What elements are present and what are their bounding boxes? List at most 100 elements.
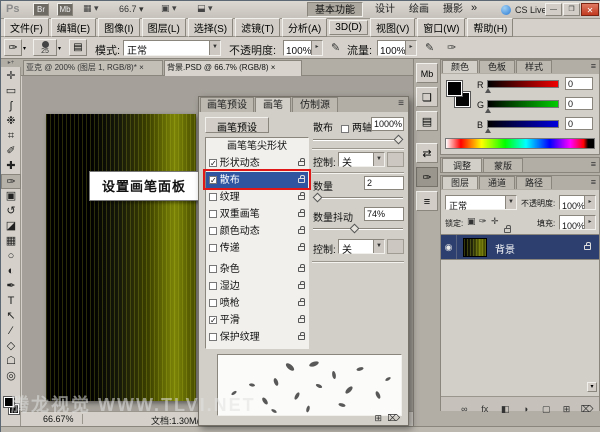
- lock-icon[interactable]: [298, 267, 305, 272]
- channel-b-field[interactable]: 0: [565, 117, 593, 130]
- mini-bridge-panel-icon[interactable]: Mb: [416, 63, 438, 83]
- color-spectrum-ramp[interactable]: [445, 138, 595, 149]
- lock-icon[interactable]: [298, 161, 305, 166]
- option-texture[interactable]: ✓ 纹理: [206, 189, 308, 206]
- lock-icon[interactable]: [298, 195, 305, 200]
- restore-button[interactable]: ❐: [563, 3, 580, 16]
- lock-pixels-icon[interactable]: ✑: [479, 216, 487, 227]
- tool-crop[interactable]: ⌗: [1, 129, 21, 144]
- channel-g-slider[interactable]: [487, 100, 559, 108]
- slider-thumb[interactable]: [394, 135, 404, 145]
- menu-help[interactable]: 帮助(H): [467, 18, 513, 37]
- checkbox-checked[interactable]: ✓: [209, 159, 217, 167]
- panel-menu-icon[interactable]: ≡: [591, 159, 596, 169]
- channel-r-slider[interactable]: [487, 80, 559, 88]
- adjustment-layer-icon[interactable]: ◑: [518, 404, 534, 414]
- brush-panel-icon-active[interactable]: ✑: [416, 167, 438, 187]
- foreground-color-swatch[interactable]: [4, 397, 14, 407]
- delete-layer-icon[interactable]: ⌦: [579, 404, 595, 415]
- tool-preset-arrow-icon[interactable]: ▾: [23, 45, 26, 52]
- both-axes-checkbox[interactable]: ✓: [341, 120, 349, 138]
- lock-icon[interactable]: [298, 246, 305, 251]
- panel-menu-icon[interactable]: ≡: [591, 61, 596, 71]
- tool-healing-brush[interactable]: ✚: [1, 159, 21, 174]
- mode-select-arrow-icon[interactable]: ▼: [209, 41, 220, 55]
- tab-layers[interactable]: 图层: [442, 176, 478, 189]
- close-button[interactable]: ✕: [581, 3, 599, 16]
- menu-select[interactable]: 选择(S): [188, 18, 233, 37]
- new-brush-icon[interactable]: ⊞: [374, 413, 382, 424]
- lock-position-icon[interactable]: ✛: [491, 216, 499, 227]
- control2-arrow-icon[interactable]: ▼: [373, 240, 384, 253]
- doc-tab-active[interactable]: 背景.PSD @ 66.7% (RGB/8) ×: [164, 60, 302, 76]
- view-extras-icon[interactable]: ▦ ▾: [83, 3, 99, 14]
- new-layer-icon[interactable]: ⊞: [559, 404, 575, 415]
- channel-g-thumb[interactable]: [485, 108, 491, 113]
- screen-mode-icon[interactable]: ⬓ ▾: [197, 3, 213, 14]
- option-airbrush[interactable]: ✓ 喷枪: [206, 295, 308, 312]
- opacity-spin-icon[interactable]: ▸: [311, 41, 322, 55]
- layer-thumbnail[interactable]: [463, 238, 487, 257]
- checkbox-unchecked[interactable]: ✓: [209, 265, 217, 273]
- tool-history-brush[interactable]: ↺: [1, 204, 21, 219]
- option-smoothing[interactable]: ✓ 平滑: [206, 312, 308, 329]
- layer-row-background[interactable]: ◉ 背景: [441, 234, 599, 260]
- tool-preset-icon[interactable]: ✑: [4, 39, 22, 56]
- channel-b-slider[interactable]: [487, 120, 559, 128]
- workspace-photo-button[interactable]: 摄影: [437, 2, 469, 17]
- checkbox-unchecked[interactable]: ✓: [209, 299, 217, 307]
- link-layers-icon[interactable]: ∞: [456, 404, 472, 414]
- tab-styles[interactable]: 样式: [516, 60, 552, 73]
- lock-icon[interactable]: [298, 301, 305, 306]
- lock-transparency-icon[interactable]: ▣: [467, 216, 476, 227]
- option-dual-brush[interactable]: ✓ 双重画笔: [206, 206, 308, 223]
- mini-bridge-icon[interactable]: Mb: [57, 3, 73, 16]
- bridge-icon[interactable]: Br: [33, 3, 49, 16]
- option-noise[interactable]: ✓ 杂色: [206, 261, 308, 278]
- tool-blur[interactable]: ○: [1, 249, 21, 264]
- delete-brush-icon[interactable]: ⌦: [387, 413, 400, 424]
- brush-presets-button[interactable]: 画笔预设: [205, 117, 269, 133]
- count-jitter-value-field[interactable]: 74%: [364, 207, 404, 221]
- control2-select[interactable]: 关 ▼: [338, 239, 385, 254]
- tool-path-selection[interactable]: ↖: [1, 309, 21, 324]
- panel-menu-icon[interactable]: ≡: [591, 177, 596, 187]
- flow-field[interactable]: 100% ▸: [377, 40, 417, 56]
- channel-g-field[interactable]: 0: [565, 97, 593, 110]
- canvas-image[interactable]: [46, 114, 196, 401]
- slider-thumb[interactable]: [313, 193, 323, 203]
- tool-zoom[interactable]: ◎: [1, 369, 21, 384]
- menu-edit[interactable]: 编辑(E): [51, 18, 96, 37]
- count-jitter-slider[interactable]: [313, 228, 403, 230]
- scatter-slider[interactable]: [313, 139, 403, 141]
- channel-r-field[interactable]: 0: [565, 77, 593, 90]
- option-protect-texture[interactable]: ✓ 保护纹理: [206, 329, 308, 346]
- option-color-dynamics[interactable]: ✓ 颜色动态: [206, 223, 308, 240]
- workspace-design-button[interactable]: 设计: [369, 2, 401, 17]
- tool-eraser[interactable]: ◪: [1, 219, 21, 234]
- arrange-documents-icon[interactable]: ▣ ▾: [161, 3, 177, 14]
- tool-lasso[interactable]: ʃ: [1, 99, 21, 114]
- checkbox-unchecked[interactable]: ✓: [209, 333, 217, 341]
- workspace-paint-button[interactable]: 绘画: [403, 2, 435, 17]
- tool-pen[interactable]: ✒: [1, 279, 21, 294]
- brush-preset-picker[interactable]: 25: [33, 39, 57, 56]
- tab-channels[interactable]: 通道: [479, 176, 515, 189]
- layers-scroll-arrow[interactable]: ▾: [587, 382, 597, 392]
- toolbox-grip[interactable]: ▸+: [1, 59, 21, 67]
- tab-adjustments[interactable]: 调整: [442, 158, 482, 172]
- tab-masks[interactable]: 蒙版: [483, 158, 523, 172]
- status-zoom-field[interactable]: 66.67%: [41, 414, 83, 424]
- menu-file[interactable]: 文件(F): [4, 18, 49, 37]
- tip-shape-row[interactable]: 画笔笔尖形状: [206, 138, 308, 155]
- tab-swatches[interactable]: 色板: [479, 60, 515, 73]
- channel-b-thumb[interactable]: [485, 128, 491, 133]
- info-panel-icon[interactable]: ▤: [416, 111, 438, 131]
- layer-style-fx-icon[interactable]: fx: [477, 404, 493, 414]
- airbrush-icon-1[interactable]: ✎: [331, 41, 340, 54]
- history-panel-icon[interactable]: ❏: [416, 87, 438, 107]
- tool-gradient[interactable]: ▦: [1, 234, 21, 249]
- tool-hand[interactable]: ☖: [1, 354, 21, 369]
- layer-name[interactable]: 背景: [495, 241, 515, 256]
- tab-paths[interactable]: 路径: [516, 176, 552, 189]
